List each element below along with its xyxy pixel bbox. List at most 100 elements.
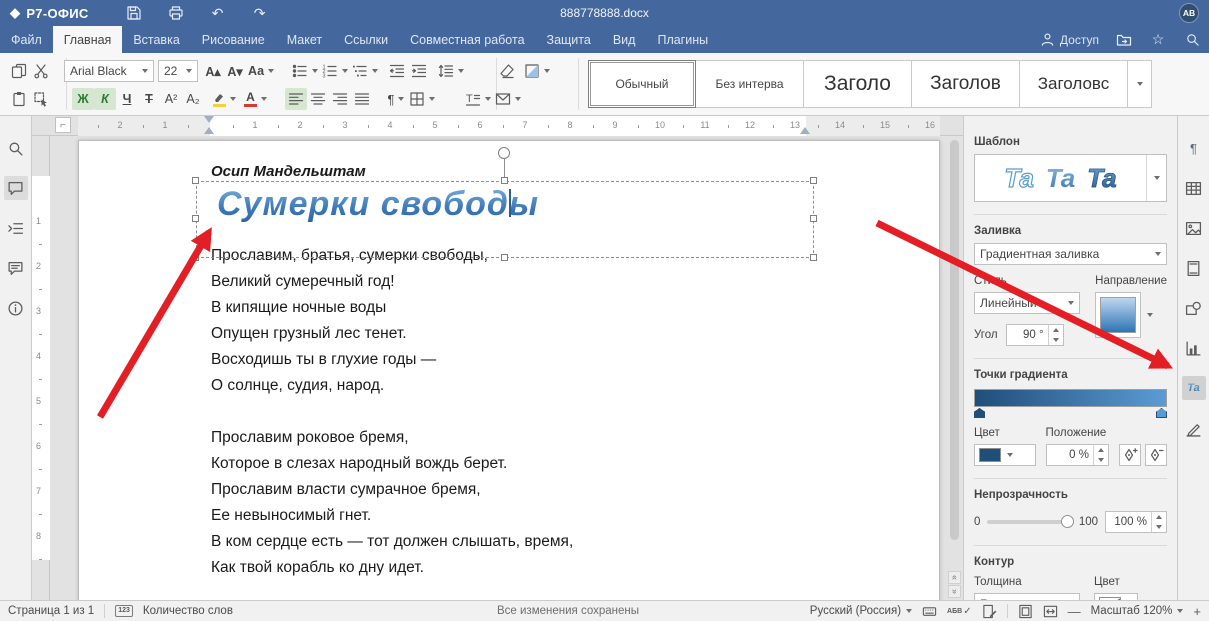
cut-button[interactable] [30, 60, 52, 82]
tab-insert[interactable]: Вставка [122, 26, 190, 53]
position-spinner[interactable]: 0 % [1046, 444, 1109, 466]
search-icon[interactable] [1183, 31, 1201, 49]
open-file-location-icon[interactable] [1115, 31, 1133, 49]
tab-view[interactable]: Вид [602, 26, 647, 53]
track-changes-icon[interactable] [982, 604, 997, 619]
chart-settings-icon[interactable] [1182, 336, 1206, 360]
copy-button[interactable] [8, 60, 30, 82]
selection-handle-se[interactable] [810, 254, 817, 261]
next-page-button[interactable]: » [948, 585, 961, 598]
drop-cap-button[interactable]: Т [463, 88, 493, 110]
font-color-button[interactable]: А [242, 88, 269, 110]
style-heading3[interactable]: Заголовс [1020, 60, 1128, 108]
angle-up-button[interactable] [1049, 325, 1063, 335]
left-indent-marker[interactable] [204, 127, 214, 134]
style-heading2[interactable]: Заголов [912, 60, 1020, 108]
numbered-list-button[interactable]: 123 [320, 60, 350, 82]
vertical-scrollbar[interactable] [948, 118, 961, 570]
tab-references[interactable]: Ссылки [333, 26, 399, 53]
zoom-selector[interactable]: Масштаб 120% [1091, 605, 1184, 617]
align-right-button[interactable] [329, 88, 351, 110]
selection-handle-s[interactable] [501, 254, 508, 261]
line-spacing-button[interactable] [436, 60, 466, 82]
paragraph-shading-button[interactable] [522, 60, 552, 82]
avatar[interactable]: АВ [1179, 3, 1199, 23]
zoom-out-button[interactable]: — [1068, 605, 1081, 618]
position-down-button[interactable] [1094, 455, 1108, 465]
selection-handle-nw[interactable] [192, 177, 199, 184]
bold-button[interactable]: Ж [72, 88, 94, 110]
selection-handle-w[interactable] [192, 215, 199, 222]
fit-width-icon[interactable] [1043, 604, 1058, 619]
spellcheck-icon[interactable]: АБВ✓ [947, 606, 972, 617]
vertical-ruler[interactable]: 12345678 [32, 136, 50, 600]
signature-settings-icon[interactable] [1182, 416, 1206, 440]
headerfooter-settings-icon[interactable] [1182, 256, 1206, 280]
gradient-style-select[interactable]: Линейный [974, 292, 1080, 314]
mail-merge-button[interactable] [493, 88, 523, 110]
opacity-up-button[interactable] [1152, 512, 1166, 522]
tab-layout[interactable]: Макет [276, 26, 333, 53]
font-size-input[interactable]: 22 [158, 60, 198, 82]
page-indicator[interactable]: Страница 1 из 1 [8, 605, 94, 617]
gradient-stop-right[interactable] [1156, 408, 1167, 418]
multilevel-list-button[interactable] [350, 60, 380, 82]
clear-style-button[interactable] [496, 60, 518, 82]
strikethrough-button[interactable]: Т [138, 88, 160, 110]
word-count-label[interactable]: Количество слов [143, 605, 233, 617]
right-indent-marker[interactable] [800, 127, 810, 134]
share-access-button[interactable]: Доступ [1040, 32, 1099, 47]
poem-stanza-2[interactable]: Прославим роковое бремя, Которое в слеза… [211, 425, 573, 581]
bullet-list-button[interactable] [290, 60, 320, 82]
paste-button[interactable] [8, 88, 30, 110]
tab-home[interactable]: Главная [53, 26, 123, 53]
sidebar-comments-icon[interactable] [4, 176, 28, 200]
direction-preview-button[interactable] [1095, 292, 1141, 338]
change-case-button[interactable]: Аа [246, 60, 276, 82]
tab-plugins[interactable]: Плагины [646, 26, 719, 53]
keyboard-input-icon[interactable] [922, 604, 937, 619]
align-center-button[interactable] [307, 88, 329, 110]
align-justify-button[interactable] [351, 88, 373, 110]
tab-collaboration[interactable]: Совместная работа [399, 26, 535, 53]
font-name-input[interactable]: Arial Black [64, 60, 154, 82]
underline-button[interactable]: Ч [116, 88, 138, 110]
poem-stanza-1[interactable]: Прославим, братья, сумерки свободы, Вели… [211, 243, 488, 399]
sidebar-feedback-icon[interactable] [4, 256, 28, 280]
position-up-button[interactable] [1094, 445, 1108, 455]
template-gallery[interactable]: Ta Ta Ta [974, 154, 1167, 202]
tab-file[interactable]: Файл [0, 26, 53, 53]
align-left-button[interactable] [285, 88, 307, 110]
horizontal-ruler[interactable]: 1234567891011121314151621 [32, 116, 963, 136]
borders-button[interactable] [407, 88, 437, 110]
increase-indent-button[interactable] [408, 60, 430, 82]
template-sample-fill-outline[interactable]: Ta [1087, 165, 1116, 191]
selection-handle-n[interactable] [501, 177, 508, 184]
opacity-spinner[interactable]: 100 % [1105, 511, 1167, 533]
angle-down-button[interactable] [1049, 335, 1063, 345]
scrollbar-thumb[interactable] [950, 140, 959, 540]
favorites-star-icon[interactable]: ☆ [1149, 31, 1167, 49]
undo-icon[interactable]: ↶ [209, 4, 227, 22]
selection-handle-ne[interactable] [810, 177, 817, 184]
print-icon[interactable] [167, 4, 185, 22]
table-settings-icon[interactable] [1182, 176, 1206, 200]
decrease-indent-button[interactable] [386, 60, 408, 82]
opacity-slider[interactable] [987, 520, 1071, 524]
outline-color-button[interactable] [1094, 593, 1138, 600]
shape-settings-icon[interactable] [1182, 296, 1206, 320]
tab-protection[interactable]: Защита [536, 26, 602, 53]
subscript-button[interactable]: А₂ [182, 88, 204, 110]
style-normal[interactable]: Обычный [588, 60, 696, 108]
style-gallery-expand-button[interactable] [1128, 60, 1152, 108]
superscript-button[interactable]: А² [160, 88, 182, 110]
gradient-slider-bar[interactable] [974, 389, 1167, 407]
opacity-down-button[interactable] [1152, 522, 1166, 532]
style-no-spacing[interactable]: Без интерва [696, 60, 804, 108]
select-all-button[interactable] [30, 88, 52, 110]
direction-expand-chevron[interactable] [1147, 313, 1153, 317]
sidebar-navigation-icon[interactable] [4, 216, 28, 240]
textart-settings-icon[interactable]: Ta [1182, 376, 1206, 400]
tab-draw[interactable]: Рисование [191, 26, 276, 53]
fill-type-select[interactable]: Градиентная заливка [974, 243, 1167, 265]
